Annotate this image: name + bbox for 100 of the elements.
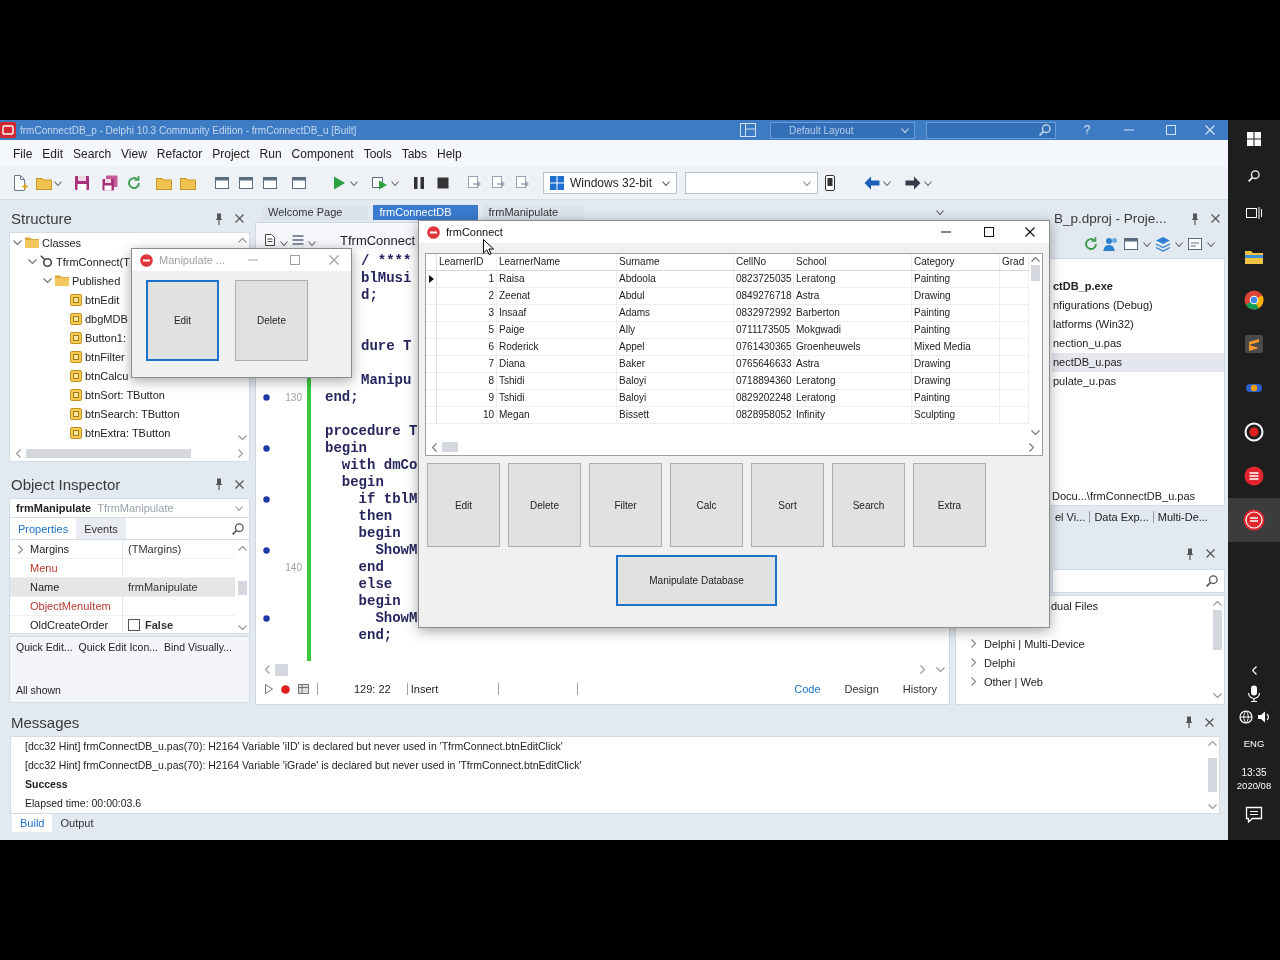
editor-tab[interactable]: frmManipulate (482, 205, 585, 220)
microphone-icon[interactable] (1247, 685, 1261, 702)
tree-item[interactable]: btnExtra: TButton (57, 423, 171, 442)
scrollbar-thumb[interactable] (1207, 758, 1217, 792)
record-icon[interactable] (281, 684, 290, 694)
caret-icon[interactable] (54, 180, 62, 186)
chevron-right-icon[interactable] (971, 677, 976, 686)
chevron-right-icon[interactable] (17, 544, 23, 554)
folder-icon[interactable] (156, 175, 172, 191)
caret-icon[interactable] (280, 241, 288, 246)
floppy-disks-icon[interactable] (102, 175, 118, 191)
folder-icon[interactable] (36, 175, 52, 191)
view-tab[interactable]: Design (836, 680, 887, 698)
window-icon[interactable] (291, 175, 307, 191)
editor-tab[interactable]: Welcome Page (262, 205, 369, 220)
close-icon[interactable] (235, 214, 244, 223)
pin-icon[interactable] (1186, 547, 1194, 560)
left-arrow-icon[interactable] (864, 176, 880, 190)
column-header[interactable]: LearnerName (497, 254, 617, 270)
platform-dropdown[interactable]: Windows 32-bit (543, 172, 677, 194)
tab[interactable]: Data Exp... (1090, 511, 1154, 523)
property-row[interactable]: Name frmManipulate (10, 578, 235, 597)
scrollbar-thumb[interactable] (275, 663, 288, 676)
link[interactable]: Bind Visually... (164, 641, 232, 653)
chevron-down-icon[interactable] (12, 240, 22, 245)
maximize-icon[interactable] (983, 227, 994, 237)
phone-icon[interactable] (822, 175, 838, 191)
object-selector[interactable]: frmManipulate TfrmManipulate (9, 498, 250, 518)
list-item[interactable]: dual Files (1050, 596, 1210, 615)
scrollbar-thumb[interactable] (237, 581, 247, 595)
caret-icon[interactable] (662, 180, 670, 186)
scrollbar-thumb[interactable] (1031, 265, 1040, 281)
menu-item[interactable]: File (8, 146, 38, 161)
tree-item[interactable]: btnFilter (57, 347, 125, 366)
list-item[interactable]: Delphi (956, 653, 1210, 672)
people-icon[interactable] (1103, 236, 1119, 252)
chevron-up-icon[interactable] (1207, 741, 1217, 746)
form-button[interactable]: Edit (427, 463, 500, 547)
chevron-right-icon[interactable] (971, 639, 976, 648)
scrollbar-thumb[interactable] (1212, 610, 1222, 650)
pin-icon[interactable] (1185, 716, 1193, 728)
window-icon[interactable] (262, 175, 278, 191)
stop-icon[interactable] (435, 175, 451, 191)
tree-item[interactable]: btnSort: TButton (57, 385, 165, 404)
menu-item[interactable]: Search (68, 146, 117, 161)
view-tab[interactable]: History (894, 680, 945, 698)
window-icon[interactable] (214, 175, 230, 191)
tab[interactable]: Build (12, 814, 53, 832)
chevron-up-icon[interactable] (237, 546, 247, 551)
close-icon[interactable] (1024, 227, 1035, 237)
window-icon[interactable] (238, 175, 254, 191)
chevron-down-icon[interactable] (27, 259, 37, 264)
chevron-up-icon[interactable] (1031, 257, 1040, 262)
caret-icon[interactable] (936, 210, 944, 215)
taskbar-button[interactable] (1228, 498, 1280, 542)
pause-icon[interactable] (411, 175, 427, 191)
chevron-down-icon[interactable] (237, 435, 247, 440)
form-button[interactable]: Extra (913, 463, 986, 547)
caret-icon[interactable] (235, 505, 243, 511)
language-indicator[interactable]: ENG (1243, 738, 1265, 749)
property-row[interactable]: ObjectMenuItem (10, 597, 235, 616)
tree-item[interactable]: nfigurations (Debug) (1052, 296, 1224, 315)
minimize-icon[interactable] (940, 231, 951, 233)
caret-icon[interactable] (1175, 241, 1183, 247)
layout-icon[interactable] (740, 123, 756, 137)
caret-icon[interactable] (1207, 241, 1215, 247)
windows-logo-icon[interactable] (1247, 131, 1261, 146)
globe-icon[interactable] (1238, 709, 1253, 724)
caret-icon[interactable] (350, 180, 358, 186)
link[interactable]: Quick Edit Icon... (78, 641, 158, 653)
speaker-icon[interactable] (1256, 709, 1270, 724)
search-icon[interactable] (232, 522, 244, 535)
column-header[interactable]: CellNo (734, 254, 794, 270)
pin-icon[interactable] (215, 212, 223, 225)
form-button[interactable]: Delete (235, 280, 308, 361)
clock-time[interactable]: 13:35 (1241, 767, 1267, 778)
menu-item[interactable]: View (116, 146, 152, 161)
menu-item[interactable]: Refactor (151, 146, 208, 161)
caret-icon[interactable] (308, 241, 316, 246)
chevron-down-icon[interactable] (42, 278, 52, 283)
caret-icon[interactable] (1143, 241, 1151, 247)
tree-item[interactable]: dbgMDB (57, 309, 128, 328)
form-button[interactable]: Sort (751, 463, 824, 547)
arrow-page-icon[interactable] (467, 175, 483, 191)
form-button[interactable]: Delete (508, 463, 581, 547)
caret-icon[interactable] (391, 180, 399, 186)
column-header[interactable]: Grad (1000, 254, 1029, 270)
form-button[interactable]: Search (832, 463, 905, 547)
close-icon[interactable] (1205, 717, 1214, 727)
form-button[interactable]: Manipulate Database (616, 555, 777, 606)
search-field[interactable] (926, 121, 1056, 139)
close-icon[interactable] (1206, 549, 1215, 558)
tree-item[interactable]: latforms (Win32) (1052, 315, 1224, 334)
scrollbar-thumb[interactable] (26, 448, 191, 458)
tree-item[interactable]: Classes (12, 233, 82, 252)
tree-item[interactable]: nection_u.pas (1052, 334, 1224, 353)
menu-item[interactable]: Run (254, 146, 287, 161)
menu-item[interactable]: Tools (358, 146, 397, 161)
scrollbar-thumb[interactable] (442, 442, 458, 452)
caret-icon[interactable] (883, 180, 891, 186)
